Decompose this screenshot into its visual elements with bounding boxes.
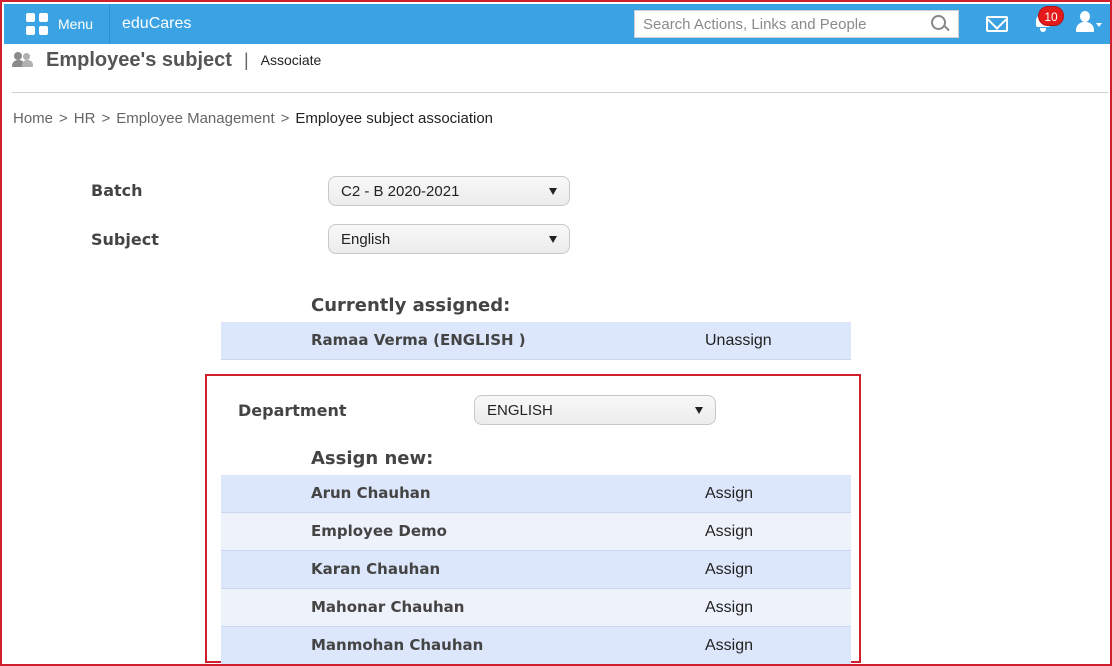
assigned-employee-name: Ramaa Verma (ENGLISH ) — [311, 331, 526, 349]
chevron-down-icon — [695, 406, 703, 414]
page-subtitle: Associate — [260, 52, 322, 68]
menu-button[interactable]: Menu — [14, 4, 110, 44]
subject-label: Subject — [91, 230, 159, 249]
batch-select[interactable]: C2 - B 2020-2021 — [328, 176, 570, 206]
employee-name: Employee Demo — [311, 522, 447, 540]
table-row: Karan Chauhan Assign — [221, 551, 851, 589]
menu-label: Menu — [58, 16, 94, 32]
mail-icon[interactable] — [986, 16, 1008, 32]
table-row: Mahonar Chauhan Assign — [221, 589, 851, 627]
table-row: Ramaa Verma (ENGLISH ) Unassign — [221, 322, 851, 360]
table-row: Arun Chauhan Assign — [221, 475, 851, 513]
assign-button[interactable]: Assign — [705, 513, 753, 551]
employee-name: Manmohan Chauhan — [311, 636, 484, 654]
breadcrumb-home[interactable]: Home — [13, 110, 53, 127]
employee-name: Arun Chauhan — [311, 484, 431, 502]
subject-value: English — [341, 230, 391, 248]
breadcrumb-employee-management[interactable]: Employee Management — [116, 110, 274, 127]
assign-button[interactable]: Assign — [705, 589, 753, 627]
unassign-button[interactable]: Unassign — [705, 322, 772, 360]
chevron-down-icon — [549, 187, 557, 195]
search-box — [634, 10, 959, 38]
brand-link[interactable]: eduCares — [122, 4, 191, 44]
department-label: Department — [238, 401, 347, 420]
table-row: Employee Demo Assign — [221, 513, 851, 551]
subject-select[interactable]: English — [328, 224, 570, 254]
table-row: Manmohan Chauhan Assign — [221, 627, 851, 664]
chevron-down-icon — [1096, 23, 1102, 27]
notification-badge[interactable]: 10 — [1038, 6, 1064, 26]
assign-button[interactable]: Assign — [705, 475, 753, 513]
employees-icon — [12, 51, 34, 69]
page-header: Employee's subject | Associate — [12, 46, 321, 74]
search-input[interactable] — [635, 11, 926, 37]
search-icon[interactable] — [926, 11, 952, 37]
chevron-down-icon — [549, 235, 557, 243]
breadcrumb-hr[interactable]: HR — [74, 110, 96, 127]
assign-new-title: Assign new: — [311, 448, 434, 469]
header-divider — [12, 92, 1108, 93]
app-frame: Menu eduCares 10 Employee's subject | As… — [0, 0, 1112, 666]
batch-label: Batch — [91, 181, 143, 200]
breadcrumb: Home > HR > Employee Management > Employee sub… — [13, 110, 494, 127]
department-select[interactable]: ENGLISH — [474, 395, 716, 425]
top-bar: Menu eduCares — [4, 4, 1110, 44]
department-value: ENGLISH — [487, 401, 553, 419]
employee-name: Karan Chauhan — [311, 560, 441, 578]
user-menu-icon[interactable] — [1076, 10, 1102, 34]
assign-button[interactable]: Assign — [705, 627, 753, 664]
employee-name: Mahonar Chauhan — [311, 598, 465, 616]
breadcrumb-current: Employee subject association — [295, 110, 494, 127]
currently-assigned-title: Currently assigned: — [311, 295, 511, 316]
page-title: Employee's subject — [46, 48, 232, 71]
grid-menu-icon — [26, 13, 48, 35]
assign-button[interactable]: Assign — [705, 551, 753, 589]
title-separator: | — [243, 49, 249, 70]
batch-value: C2 - B 2020-2021 — [341, 182, 460, 200]
